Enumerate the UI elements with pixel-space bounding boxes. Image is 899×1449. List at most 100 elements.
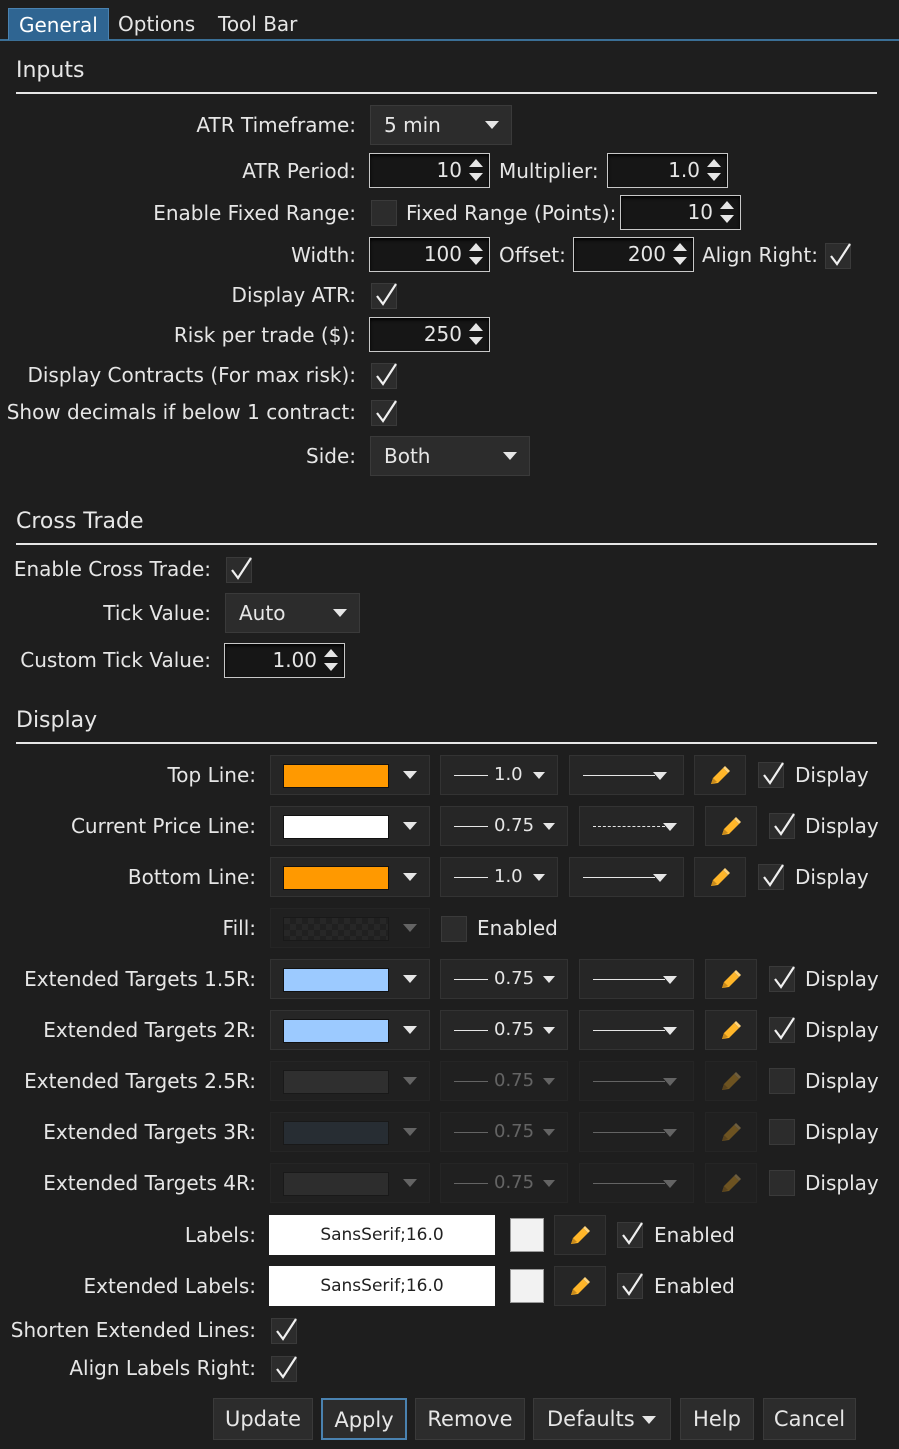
line-color-picker[interactable]	[270, 1010, 430, 1050]
line-display-checkbox[interactable]	[769, 1017, 795, 1043]
extended-labels-font-field[interactable]: SansSerif;16.0	[269, 1266, 495, 1306]
side-label: Side:	[306, 444, 356, 468]
spin-down-icon[interactable]	[469, 257, 483, 265]
line-color-picker[interactable]	[270, 1112, 430, 1152]
enable-cross-trade-checkbox[interactable]	[226, 557, 252, 583]
line-width-select[interactable]: 0.75	[440, 1010, 568, 1050]
line-style-select[interactable]	[569, 755, 684, 795]
pencil-icon	[571, 1226, 590, 1244]
fixed-range-spinner[interactable]: 10	[620, 195, 741, 230]
line-color-picker[interactable]	[270, 857, 430, 897]
align-labels-right-checkbox[interactable]	[271, 1356, 297, 1382]
help-button[interactable]: Help	[680, 1398, 754, 1440]
line-display-checkbox[interactable]	[758, 864, 784, 890]
spin-down-icon[interactable]	[324, 663, 338, 671]
labels-enabled-checkbox[interactable]	[617, 1222, 643, 1248]
extended-labels-edit-button[interactable]	[554, 1266, 606, 1306]
multiplier-spinner[interactable]: 1.0	[607, 153, 728, 188]
display-atr-checkbox[interactable]	[371, 283, 397, 309]
spin-up-icon[interactable]	[469, 159, 483, 167]
line-style-select[interactable]	[579, 806, 694, 846]
line-style-select[interactable]	[579, 1010, 694, 1050]
display-contracts-checkbox[interactable]	[371, 363, 397, 389]
custom-tick-value-label: Custom Tick Value:	[20, 648, 211, 672]
side-select[interactable]: Both	[370, 436, 530, 476]
line-edit-button[interactable]	[694, 857, 746, 897]
line-edit-button[interactable]	[705, 806, 757, 846]
width-spinner[interactable]: 100	[369, 237, 490, 272]
spin-up-icon[interactable]	[324, 649, 338, 657]
apply-button[interactable]: Apply	[321, 1398, 407, 1440]
line-color-picker[interactable]	[270, 959, 430, 999]
labels-color-swatch[interactable]	[510, 1218, 544, 1252]
line-edit-button[interactable]	[694, 755, 746, 795]
enable-fixed-range-checkbox[interactable]	[371, 200, 397, 226]
line-width-select[interactable]: 0.75	[440, 959, 568, 999]
update-button[interactable]: Update	[213, 1398, 313, 1440]
extended-labels-enabled-checkbox[interactable]	[617, 1273, 643, 1299]
fill-enabled-checkbox[interactable]	[441, 916, 467, 942]
checkmark-icon	[830, 243, 851, 266]
labels-enabled-label: Enabled	[654, 1223, 735, 1247]
line-edit-button[interactable]	[705, 1061, 757, 1101]
spin-up-icon[interactable]	[469, 243, 483, 251]
tab-options[interactable]: Options	[118, 8, 195, 40]
line-edit-button[interactable]	[705, 1010, 757, 1050]
line-color-picker[interactable]	[270, 1163, 430, 1203]
pencil-icon	[722, 970, 741, 988]
line-display-checkbox[interactable]	[769, 1119, 795, 1145]
spin-up-icon[interactable]	[720, 201, 734, 209]
pencil-icon	[722, 817, 741, 835]
remove-button[interactable]: Remove	[415, 1398, 525, 1440]
line-width-select[interactable]: 0.75	[440, 1061, 568, 1101]
defaults-button[interactable]: Defaults	[533, 1398, 671, 1440]
tab-general[interactable]: General	[8, 8, 109, 40]
line-display-checkbox[interactable]	[769, 966, 795, 992]
offset-spinner[interactable]: 200	[573, 237, 694, 272]
spin-down-icon[interactable]	[469, 337, 483, 345]
checkmark-icon	[774, 1017, 795, 1040]
spin-up-icon[interactable]	[707, 159, 721, 167]
atr-timeframe-select[interactable]: 5 min	[370, 105, 512, 145]
labels-font-field[interactable]: SansSerif;16.0	[269, 1215, 495, 1255]
atr-period-spinner[interactable]: 10	[369, 153, 490, 188]
tab-tool-bar[interactable]: Tool Bar	[218, 8, 297, 40]
fill-color-picker[interactable]	[270, 908, 430, 948]
line-edit-button[interactable]	[705, 959, 757, 999]
align-right-checkbox[interactable]	[825, 243, 851, 269]
line-color-picker[interactable]	[270, 1061, 430, 1101]
line-edit-button[interactable]	[705, 1163, 757, 1203]
checkmark-icon	[774, 966, 795, 989]
shorten-extended-lines-checkbox[interactable]	[271, 1318, 297, 1344]
labels-edit-button[interactable]	[554, 1215, 606, 1255]
line-display-checkbox[interactable]	[769, 1170, 795, 1196]
tick-value-select[interactable]: Auto	[225, 593, 360, 633]
show-decimals-checkbox[interactable]	[371, 400, 397, 426]
line-color-picker[interactable]	[270, 806, 430, 846]
line-width-select[interactable]: 0.75	[440, 1112, 568, 1152]
line-width-select[interactable]: 0.75	[440, 806, 568, 846]
line-width-select[interactable]: 1.0	[440, 857, 558, 897]
spin-down-icon[interactable]	[469, 173, 483, 181]
line-width-select[interactable]: 0.75	[440, 1163, 568, 1203]
spin-down-icon[interactable]	[720, 215, 734, 223]
line-edit-button[interactable]	[705, 1112, 757, 1152]
line-color-picker[interactable]	[270, 755, 430, 795]
spin-down-icon[interactable]	[673, 257, 687, 265]
cancel-button[interactable]: Cancel	[763, 1398, 856, 1440]
line-display-checkbox[interactable]	[769, 1068, 795, 1094]
line-style-select[interactable]	[579, 1112, 694, 1152]
line-style-select[interactable]	[579, 1163, 694, 1203]
spin-down-icon[interactable]	[707, 173, 721, 181]
line-style-select[interactable]	[579, 959, 694, 999]
risk-per-trade-spinner[interactable]: 250	[369, 317, 490, 352]
custom-tick-value-spinner[interactable]: 1.00	[224, 643, 345, 678]
extended-labels-color-swatch[interactable]	[510, 1269, 544, 1303]
line-style-select[interactable]	[569, 857, 684, 897]
line-style-select[interactable]	[579, 1061, 694, 1101]
line-display-checkbox[interactable]	[769, 813, 795, 839]
spin-up-icon[interactable]	[469, 323, 483, 331]
line-width-select[interactable]: 1.0	[440, 755, 558, 795]
line-display-checkbox[interactable]	[758, 762, 784, 788]
spin-up-icon[interactable]	[673, 243, 687, 251]
